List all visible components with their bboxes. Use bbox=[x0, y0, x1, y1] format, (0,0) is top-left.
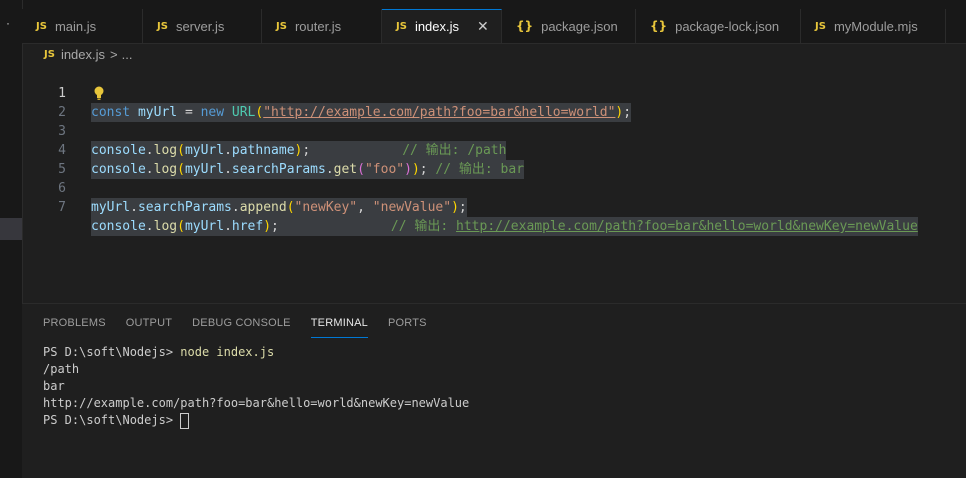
semicolon: ; bbox=[271, 219, 279, 234]
method-name: log bbox=[153, 143, 178, 158]
close-icon[interactable]: ✕ bbox=[477, 18, 489, 35]
tab-label: index.js bbox=[414, 19, 460, 34]
code-line-7[interactable]: 7 console.log(myUrl.href);// 输出: http://… bbox=[22, 179, 918, 236]
tab-label: package.json bbox=[541, 18, 618, 34]
operator: = bbox=[184, 105, 193, 120]
tab-main-js[interactable]: JS main.js bbox=[22, 9, 143, 43]
comma: , bbox=[357, 200, 365, 215]
code-line-4[interactable]: 4 console.log(myUrl.searchParams.get("fo… bbox=[22, 122, 525, 179]
more-icon[interactable]: · bbox=[6, 16, 10, 30]
string-literal: "foo" bbox=[364, 162, 405, 177]
code-line-6[interactable]: 6 myUrl.searchParams.append("newKey", "n… bbox=[22, 160, 467, 217]
code-line-5[interactable]: 5 bbox=[22, 141, 66, 177]
tab-label: main.js bbox=[54, 18, 97, 34]
tab-server-js[interactable]: JS server.js bbox=[143, 9, 262, 43]
identifier: myUrl bbox=[184, 219, 225, 234]
identifier: console bbox=[91, 162, 146, 177]
tab-problems[interactable]: PROBLEMS bbox=[43, 312, 106, 338]
code-line-3[interactable]: 3 console.log(myUrl.pathname);// 输出: /pa… bbox=[22, 103, 507, 160]
activity-strip: · bbox=[0, 0, 23, 478]
tab-label: router.js bbox=[294, 18, 342, 34]
terminal-line: bar bbox=[43, 379, 65, 393]
tab-terminal[interactable]: TERMINAL bbox=[310, 312, 368, 338]
string-literal: "newValue" bbox=[372, 200, 452, 215]
tab-output[interactable]: OUTPUT bbox=[126, 312, 172, 338]
line-number: 7 bbox=[58, 200, 66, 215]
terminal-line: /path bbox=[43, 362, 80, 376]
semicolon: ; bbox=[302, 143, 311, 158]
string-literal[interactable]: "http://example.com/path?foo=bar&hello=w… bbox=[263, 105, 615, 120]
code-line-1[interactable]: 1 const myUrl = new URL("http://example.… bbox=[22, 65, 722, 122]
semicolon: ; bbox=[419, 162, 428, 177]
js-file-icon: JS bbox=[276, 20, 287, 32]
js-file-icon: JS bbox=[44, 48, 55, 60]
tab-debug-console[interactable]: DEBUG CONSOLE bbox=[192, 312, 291, 338]
method-name: append bbox=[239, 200, 287, 215]
title-strip bbox=[22, 0, 966, 9]
property: searchParams bbox=[231, 162, 326, 177]
tab-label: myModule.mjs bbox=[833, 18, 918, 34]
chevron-right-icon: > bbox=[110, 46, 118, 62]
tab-ports[interactable]: PORTS bbox=[388, 312, 427, 338]
json-file-icon: {} bbox=[650, 19, 668, 33]
method-name: get bbox=[333, 162, 358, 177]
paren: ( bbox=[177, 143, 185, 158]
code-editor[interactable]: 1 const myUrl = new URL("http://example.… bbox=[22, 64, 966, 302]
semicolon: ; bbox=[623, 105, 632, 120]
tab-package-json[interactable]: {} package.json bbox=[502, 9, 636, 43]
property: searchParams bbox=[137, 200, 232, 215]
breadcrumb: JS index.js > ... bbox=[44, 45, 132, 63]
comment: // 输出: /path bbox=[402, 143, 507, 158]
js-file-icon: JS bbox=[396, 21, 407, 32]
identifier: myUrl bbox=[91, 200, 131, 215]
identifier: console bbox=[91, 219, 146, 234]
tab-index-js[interactable]: JS index.js ✕ bbox=[382, 9, 502, 43]
selected-indicator bbox=[0, 218, 22, 240]
js-file-icon: JS bbox=[157, 20, 168, 32]
comment: // 输出: bar bbox=[435, 162, 525, 177]
terminal-line: PS D:\soft\Nodejs> node index.js bbox=[43, 344, 469, 361]
identifier: myUrl bbox=[184, 143, 225, 158]
class-name: URL bbox=[231, 105, 256, 120]
terminal-line: http://example.com/path?foo=bar&hello=wo… bbox=[43, 396, 470, 410]
breadcrumb-more[interactable]: ... bbox=[122, 47, 133, 62]
terminal-prompt: PS D:\soft\Nodejs> bbox=[43, 413, 181, 427]
terminal-prompt: PS D:\soft\Nodejs> bbox=[43, 345, 181, 359]
string-literal: "newKey" bbox=[294, 200, 358, 215]
breadcrumb-file[interactable]: index.js bbox=[61, 47, 105, 62]
tab-label: server.js bbox=[175, 18, 225, 34]
terminal-cursor bbox=[180, 412, 190, 429]
keyword: const bbox=[91, 105, 131, 120]
tab-label: package-lock.json bbox=[675, 18, 780, 34]
comment-url[interactable]: http://example.com/path?foo=bar&hello=wo… bbox=[456, 219, 918, 234]
tab-package-lock-json[interactable]: {} package-lock.json bbox=[636, 9, 801, 43]
lightbulb-icon[interactable] bbox=[92, 85, 106, 101]
js-file-icon: JS bbox=[36, 20, 47, 32]
terminal-output[interactable]: PS D:\soft\Nodejs> node index.js /path b… bbox=[43, 344, 469, 429]
js-file-icon: JS bbox=[815, 20, 826, 32]
method-name: log bbox=[153, 219, 178, 234]
identifier: myUrl bbox=[184, 162, 225, 177]
property: pathname bbox=[231, 143, 295, 158]
code-line-2[interactable]: 2 bbox=[22, 84, 66, 120]
semicolon: ; bbox=[458, 200, 467, 215]
property: href bbox=[231, 219, 264, 234]
editor-tab-bar: JS main.js JS server.js JS router.js JS … bbox=[22, 9, 966, 44]
tab-router-js[interactable]: JS router.js bbox=[262, 9, 382, 43]
tab-mymodule-mjs[interactable]: JS myModule.mjs bbox=[801, 9, 946, 43]
method-name: log bbox=[153, 162, 178, 177]
variable: myUrl bbox=[137, 105, 178, 120]
terminal-command: node index.js bbox=[180, 345, 275, 359]
identifier: console bbox=[91, 143, 146, 158]
panel-tabs: PROBLEMS OUTPUT DEBUG CONSOLE TERMINAL P… bbox=[43, 312, 447, 338]
keyword: new bbox=[200, 105, 225, 120]
comment: // 输出: bbox=[390, 219, 457, 234]
json-file-icon: {} bbox=[516, 19, 534, 33]
terminal-line: PS D:\soft\Nodejs> bbox=[43, 412, 469, 429]
bottom-panel: PROBLEMS OUTPUT DEBUG CONSOLE TERMINAL P… bbox=[22, 303, 966, 478]
